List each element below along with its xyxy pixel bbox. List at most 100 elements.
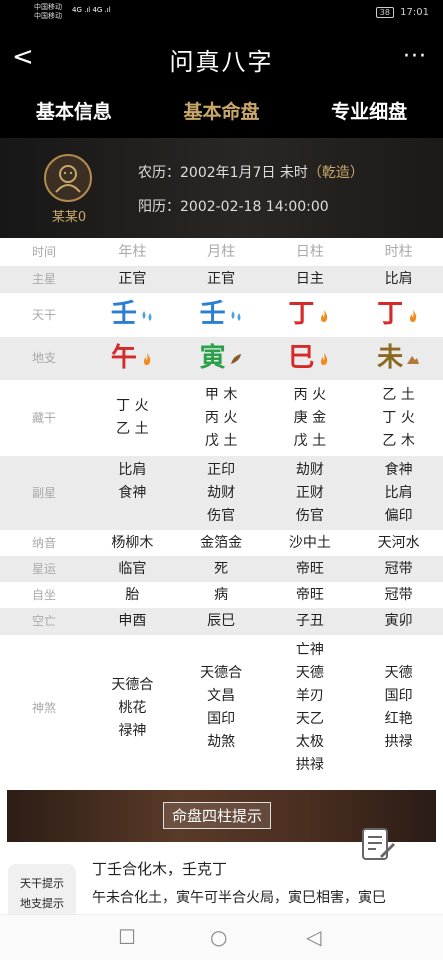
table-cell: 壬 (177, 293, 266, 337)
stem-char: 丁 (288, 299, 315, 330)
row-label: 天干 (31, 307, 56, 322)
table-cell: 临官 (88, 556, 177, 582)
cell-line: 乙 土 (382, 386, 415, 403)
row-tiangan: 天干 壬 壬 丁 丁 (0, 293, 443, 337)
header-cell: 时柱 (384, 243, 413, 260)
cell-line: 伤官 (295, 507, 324, 524)
cell-line: 偏印 (384, 507, 413, 524)
table-cell: 午 (88, 337, 177, 380)
row-label: 神煞 (31, 700, 56, 715)
row-label: 空亡 (0, 608, 88, 635)
tab-basic-info[interactable]: 基本信息 (0, 86, 148, 138)
row-label: 藏干 (31, 410, 56, 425)
dizhi-hint-button[interactable]: 地支提示 (8, 894, 76, 914)
tiangan-hint-text: 丁壬合化木，壬克丁 (92, 860, 228, 878)
home-icon[interactable]: ○ (210, 925, 227, 949)
more-button[interactable]: ··· (403, 44, 427, 69)
cell-line: 甲 木 (204, 386, 238, 403)
table-cell: 胎 (125, 586, 140, 603)
fire-icon (317, 308, 331, 322)
lunar-label: 农历： (138, 165, 180, 181)
row-kongwang: 空亡 申酉 辰巳 子丑 寅卯 (0, 608, 443, 635)
cell-line: 正印 (207, 461, 236, 478)
solar-label: 阳历： (138, 199, 180, 215)
table-cell: 正官 (176, 266, 266, 293)
table-cell: 食神 比肩 偏印 (354, 456, 443, 530)
header-cell: 日柱 (295, 243, 324, 260)
cell-line: 劫财 (295, 461, 324, 478)
row-zhuxing: 主星 正官 正官 日主 比肩 (0, 266, 443, 293)
tab-basic-chart[interactable]: 基本命盘 (148, 86, 296, 138)
cell-line (88, 505, 177, 528)
wood-icon (229, 351, 243, 365)
branch-char: 寅 (199, 342, 226, 373)
table-cell: 病 (214, 586, 229, 603)
recent-apps-icon[interactable]: ☐ (118, 925, 136, 949)
table-cell: 天河水 (377, 534, 420, 551)
row-label: 纳音 (31, 535, 56, 550)
fire-icon (406, 308, 420, 322)
table-cell: 劫财 正财 伤官 (265, 456, 355, 530)
cell-line: 比肩 (384, 484, 413, 501)
cell-line: 食神 (384, 461, 413, 478)
cell-line: 天德 (295, 665, 324, 681)
table-cell: 正官 (88, 266, 177, 293)
cell-line: 亡神 (295, 642, 324, 658)
cell-line: 拱禄 (295, 757, 324, 773)
tab-bar: 基本信息 基本命盘 专业细盘 (0, 86, 443, 138)
dizhi-hint-text: 午未合化土，寅午可半合火局，寅巳相害，寅巳 (92, 890, 386, 906)
table-cell: 未 (354, 337, 443, 380)
carrier-info: 中国移动 中国移动 (34, 3, 62, 21)
cell-line: 天德 (384, 665, 413, 681)
table-cell: 壬 (88, 293, 177, 337)
stem-char: 壬 (110, 299, 137, 330)
tab-pro-chart[interactable]: 专业细盘 (295, 86, 443, 138)
cell-line: 红艳 (384, 711, 413, 727)
clock: 17:01 (400, 7, 429, 18)
row-shensha: 神煞 天德合 桃花 禄神 天德合 文昌 国印 劫煞 亡神天德羊刃天乙太极拱禄 天德国印红艳… (0, 635, 443, 781)
solar-value: 2002-02-18 14:00:00 (180, 199, 329, 215)
tiangan-hint-button[interactable]: 天干提示 (8, 864, 76, 894)
cell-line: 天德合 (111, 676, 154, 693)
row-fuxing: 副星 比肩 食神 正印 劫财 伤官 劫财 正财 伤官 食神 比肩 偏印 (0, 456, 443, 530)
gender-tag: （乾造） (307, 165, 364, 181)
table-cell: 丁 (266, 293, 355, 337)
cell-line: 羊刃 (295, 688, 324, 704)
carrier-1: 中国移动 (34, 3, 62, 11)
header-cell: 年柱 (118, 243, 147, 260)
status-bar: 中国移动 中国移动 4G .ıl 4G .ıl 38 17:01 (0, 0, 443, 28)
table-cell: 冠带 (384, 586, 413, 603)
table-cell: 巳 (265, 337, 355, 380)
profile-panel: 某某0 农历：2002年1月7日 未时（乾造） 阳历：2002-02-18 14… (0, 138, 443, 238)
lunar-date: 农历：2002年1月7日 未时（乾造） (138, 162, 364, 182)
avatar[interactable] (44, 154, 92, 202)
stem-char: 丁 (377, 299, 404, 330)
row-xingyun: 星运 临官 死 帝旺 冠带 (0, 556, 443, 582)
row-label: 地支 (0, 337, 88, 380)
table-cell: 天德合 文昌 国印 劫煞 (177, 635, 266, 781)
row-label: 主星 (0, 266, 88, 293)
table-cell: 死 (176, 556, 266, 582)
table-cell: 帝旺 (295, 586, 324, 603)
table-cell: 比肩 (354, 266, 443, 293)
table-cell: 亡神天德羊刃天乙太极拱禄 (266, 635, 355, 781)
cell-line: 比肩 (118, 461, 147, 478)
table-cell: 天德合 桃花 禄神 (88, 635, 177, 781)
cell-line: 国印 (384, 688, 413, 704)
user-name: 某某0 (51, 210, 87, 225)
lunar-value: 2002年1月7日 未时 (180, 165, 308, 181)
cell-line: 丙 火 (293, 386, 327, 403)
cell-line: 天乙 (295, 711, 324, 727)
table-header-row: 时间 年柱 月柱 日柱 时柱 (0, 238, 443, 266)
fire-icon (140, 351, 154, 366)
back-nav-icon[interactable]: ◁ (306, 925, 321, 949)
table-cell: 日主 (265, 266, 355, 293)
cell-line: 文昌 (207, 688, 236, 704)
row-canggan: 藏干 丁 火乙 土 甲 木丙 火戊 土 丙 火庚 金戊 土 乙 土丁 火乙 木 (0, 380, 443, 456)
row-zizuo: 自坐 胎 病 帝旺 冠带 (0, 582, 443, 608)
edit-note-icon[interactable] (360, 826, 396, 862)
table-cell: 辰巳 (176, 608, 266, 635)
cell-line: 太极 (295, 734, 324, 750)
system-nav-bar: ☐ ○ ◁ (0, 914, 443, 960)
table-cell: 冠带 (354, 556, 443, 582)
